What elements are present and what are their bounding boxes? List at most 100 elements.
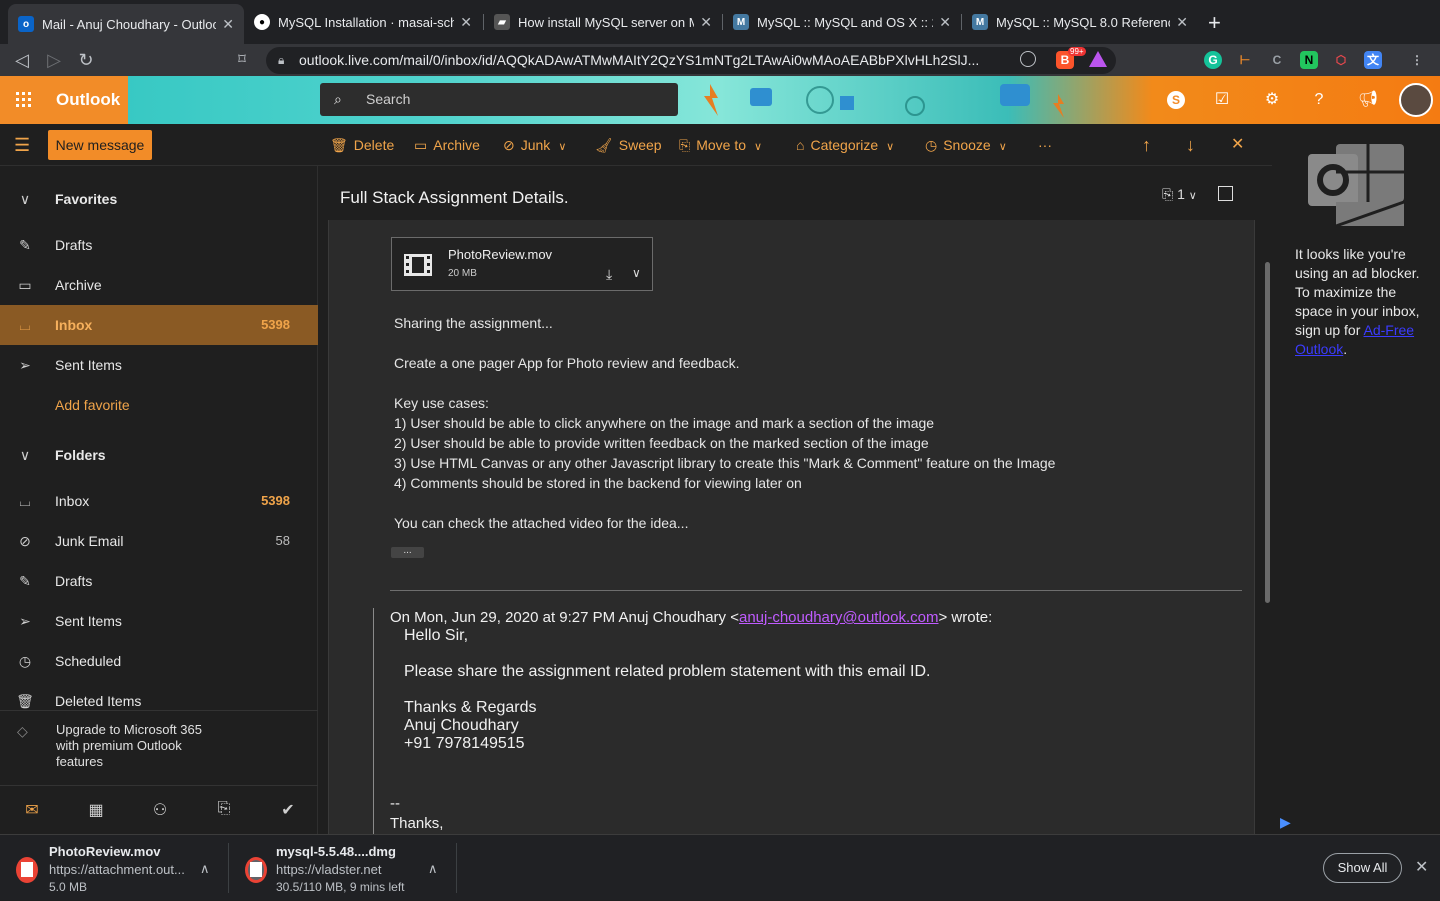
search-box[interactable]: ⌕ Search: [320, 83, 678, 116]
shield-icon[interactable]: ⬡: [1332, 51, 1350, 69]
whats-new-icon[interactable]: 📢︎: [1356, 88, 1380, 112]
extension-icon[interactable]: ⊢: [1236, 51, 1254, 69]
folder-item-scheduled[interactable]: ◷ Scheduled: [0, 641, 318, 681]
chevron-down-icon[interactable]: ∨: [632, 266, 641, 280]
extension-icon[interactable]: C: [1268, 51, 1286, 69]
favorites-header[interactable]: ∨ Favorites: [0, 179, 318, 219]
outlook-brand[interactable]: Outlook: [48, 76, 128, 124]
folder-item-sent[interactable]: ➢ Sent Items: [0, 601, 318, 641]
my-day-icon[interactable]: ☑: [1210, 88, 1234, 112]
sidebar-item-sent[interactable]: ➢ Sent Items: [0, 345, 318, 385]
avatar[interactable]: [1399, 83, 1433, 117]
forward-icon[interactable]: ▷: [44, 50, 64, 70]
tab-github[interactable]: ● MySQL Installation · masai-scho ✕: [244, 8, 482, 36]
quote-line: Anuj Choudhary: [404, 717, 519, 734]
close-icon[interactable]: ✕: [939, 14, 951, 31]
close-icon[interactable]: ✕: [1415, 857, 1428, 877]
chevron-down-icon[interactable]: ∨: [754, 141, 762, 153]
attachment-card[interactable]: PhotoReview.mov 20 MB ⤓ ∨: [391, 237, 653, 291]
people-icon[interactable]: ⚇: [150, 800, 170, 820]
archive-button[interactable]: ▭ Archive: [414, 124, 480, 166]
download-item[interactable]: PhotoReview.mov https://attachment.out..…: [0, 835, 228, 901]
folder-item-deleted[interactable]: 🗑︎ Deleted Items: [0, 681, 318, 711]
diamond-icon: ◇: [17, 723, 28, 739]
broom-icon: 🧹︎: [595, 137, 613, 153]
quote-bar: [373, 608, 374, 834]
download-item[interactable]: mysql-5.5.48....dmg https://vladster.net…: [229, 835, 457, 901]
close-icon[interactable]: ✕: [1231, 124, 1244, 166]
upgrade-promo[interactable]: ◇ Upgrade to Microsoft 365 with premium …: [0, 710, 318, 785]
tab-mysql-ref[interactable]: M MySQL :: MySQL 8.0 Reference ✕: [962, 8, 1198, 36]
todo-icon[interactable]: ✔: [278, 800, 298, 820]
block-icon: ⊘: [503, 137, 515, 153]
skype-icon[interactable]: S: [1164, 88, 1188, 112]
search-icon: ⌕: [334, 91, 342, 107]
open-in-window-icon[interactable]: [1218, 186, 1233, 201]
body-line: 1) User should be able to click anywhere…: [394, 415, 935, 431]
new-tab-icon[interactable]: +: [1208, 10, 1221, 36]
hamburger-icon[interactable]: ☰: [14, 135, 30, 156]
trash-icon: 🗑︎: [330, 137, 348, 153]
new-message-button[interactable]: New message: [48, 130, 152, 160]
sidebar-item-drafts[interactable]: ✎ Drafts: [0, 225, 318, 265]
divider: [390, 590, 1242, 591]
notion-icon[interactable]: N: [1300, 51, 1318, 69]
folder-item-junk[interactable]: ⊘ Junk Email 58: [0, 521, 318, 561]
close-icon[interactable]: ✕: [700, 14, 712, 31]
install-icon[interactable]: [1020, 51, 1036, 67]
scrollbar[interactable]: [1265, 262, 1270, 603]
divider: [456, 843, 457, 893]
inbox-icon: ⌴: [19, 317, 31, 333]
chevron-down-icon[interactable]: ∨: [886, 141, 894, 153]
ad-choices-icon[interactable]: ▶: [1280, 814, 1291, 831]
categorize-button[interactable]: ⌂ Categorize ∨: [796, 124, 894, 166]
folder-item-inbox[interactable]: ⌴ Inbox 5398: [0, 481, 318, 521]
sidebar-item-archive[interactable]: ▭ Archive: [0, 265, 318, 305]
back-icon[interactable]: ◁: [12, 50, 32, 70]
url-bar[interactable]: 🔒︎ outlook.live.com/mail/0/inbox/id/AQQk…: [266, 47, 1116, 74]
add-favorite-link[interactable]: Add favorite: [0, 385, 318, 425]
calendar-icon[interactable]: ▦: [86, 800, 106, 820]
more-actions-icon[interactable]: ···: [1038, 124, 1052, 166]
show-all-button[interactable]: Show All: [1323, 853, 1402, 883]
sweep-button[interactable]: 🧹︎ Sweep: [595, 124, 662, 166]
chevron-down-icon[interactable]: ∨: [999, 141, 1007, 153]
chevron-up-icon[interactable]: ∧: [428, 861, 438, 877]
ad-panel: It looks like you're using an ad blocker…: [1272, 124, 1440, 834]
quote-email-link[interactable]: anuj-choudhary@outlook.com: [739, 609, 939, 626]
mail-icon[interactable]: ✉: [22, 800, 42, 820]
show-more-button[interactable]: ...: [391, 546, 424, 558]
arrow-down-icon[interactable]: ↓: [1186, 124, 1195, 166]
junk-button[interactable]: ⊘ Junk ∨: [503, 124, 566, 166]
translate-icon[interactable]: 文: [1364, 51, 1382, 69]
arrow-up-icon[interactable]: ↑: [1142, 124, 1151, 166]
attachment-count[interactable]: ⎘ 1 ∨: [1162, 186, 1197, 203]
tab-mysql-howto[interactable]: ▰ How install MySQL server on Ma ✕: [484, 8, 722, 36]
rewards-icon[interactable]: [1089, 51, 1107, 67]
close-icon[interactable]: ✕: [1176, 14, 1188, 31]
snooze-button[interactable]: ◷ Snooze ∨: [925, 124, 1007, 166]
folder-item-drafts[interactable]: ✎ Drafts: [0, 561, 318, 601]
reload-icon[interactable]: ↻: [76, 50, 96, 70]
chevron-down-icon[interactable]: ∨: [558, 141, 566, 153]
bookmark-icon[interactable]: ⌑: [232, 50, 252, 70]
tab-outlook[interactable]: o Mail - Anuj Choudhary - Outlook ✕: [8, 4, 244, 44]
sidebar-item-inbox[interactable]: ⌴ Inbox 5398: [0, 305, 318, 345]
tab-mysql-osx[interactable]: M MySQL :: MySQL and OS X :: 2 I ✕: [723, 8, 961, 36]
close-icon[interactable]: ✕: [460, 14, 472, 31]
close-icon[interactable]: ✕: [222, 16, 234, 33]
quote-line: +91 7978149515: [404, 735, 525, 752]
chevron-up-icon[interactable]: ∧: [200, 861, 210, 877]
email-subject: Full Stack Assignment Details.: [340, 188, 569, 207]
download-icon[interactable]: ⤓: [606, 266, 612, 283]
app-launcher[interactable]: [0, 76, 48, 124]
move-to-button[interactable]: ⎘ Move to ∨: [679, 124, 762, 166]
folders-header[interactable]: ∨ Folders: [0, 435, 318, 475]
help-icon[interactable]: ?: [1307, 88, 1331, 112]
grammarly-icon[interactable]: G: [1204, 51, 1222, 69]
attachment-icon[interactable]: ⎘: [214, 800, 234, 818]
settings-icon[interactable]: ⚙: [1260, 88, 1284, 112]
menu-icon[interactable]: ⋮: [1408, 51, 1426, 69]
body-line: You can check the attached video for the…: [394, 515, 689, 531]
delete-button[interactable]: 🗑︎ Delete: [330, 124, 394, 166]
